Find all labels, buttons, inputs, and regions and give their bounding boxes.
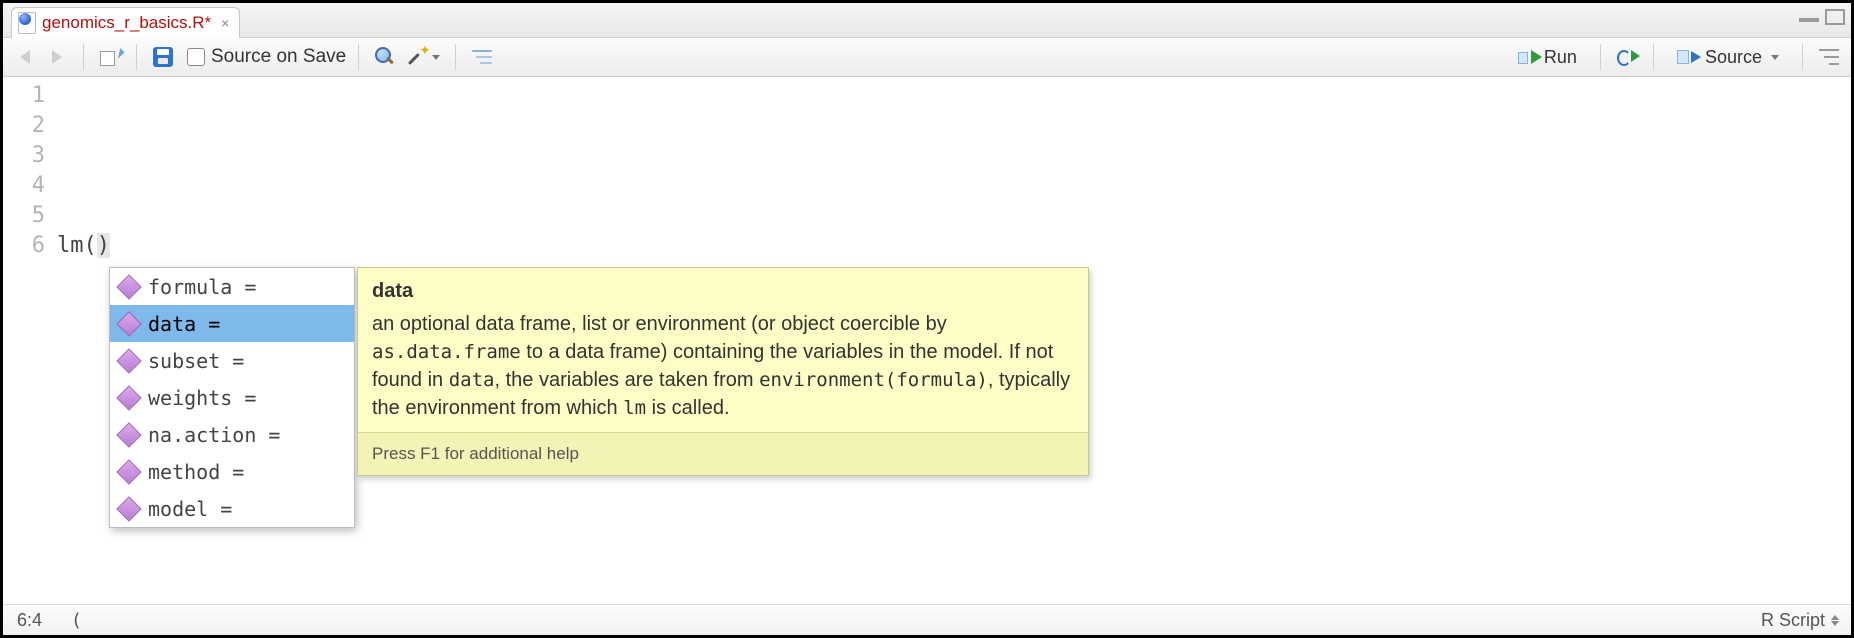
toolbar-separator — [358, 44, 359, 70]
run-icon — [1518, 48, 1538, 66]
tab-bar: genomics_r_basics.R* × — [3, 3, 1851, 38]
editor-toolbar: Source on Save Run Source — [3, 38, 1851, 77]
save-button[interactable] — [149, 43, 177, 71]
outline-toggle-icon — [1819, 49, 1839, 65]
code-tools-button[interactable] — [403, 43, 443, 71]
autocomplete-item-label: na.action = — [148, 420, 280, 450]
parameter-icon — [116, 385, 141, 410]
compile-report-button[interactable] — [468, 43, 496, 71]
code-editor[interactable]: 1 2 3 4 5 6 lm() formula = data = subset =… — [3, 77, 1851, 604]
tooltip-footer: Press F1 for additional help — [358, 432, 1088, 475]
scope-indicator[interactable]: ( — [71, 610, 82, 631]
arrow-right-icon — [52, 50, 62, 64]
pane-window-controls — [1799, 9, 1845, 25]
find-replace-button[interactable] — [371, 43, 399, 71]
autocomplete-item-label: model = — [148, 494, 232, 524]
parameter-icon — [116, 459, 141, 484]
run-button-label: Run — [1544, 47, 1577, 68]
source-button-label: Source — [1705, 47, 1762, 68]
autocomplete-item[interactable]: data = — [110, 305, 354, 342]
source-button[interactable]: Source — [1666, 42, 1790, 72]
file-tab-label: genomics_r_basics.R* — [42, 13, 211, 33]
tooltip-body: an optional data frame, list or environm… — [358, 310, 1088, 432]
autocomplete-item[interactable]: method = — [110, 453, 354, 490]
parameter-icon — [116, 348, 141, 373]
autocomplete-item[interactable]: model = — [110, 490, 354, 527]
line-number: 6 — [3, 231, 45, 261]
source-on-save-toggle[interactable]: Source on Save — [187, 46, 346, 68]
chevron-down-icon — [1771, 55, 1779, 60]
run-button[interactable]: Run — [1507, 42, 1588, 72]
save-icon — [153, 47, 173, 67]
autocomplete-item-label: formula = — [148, 272, 256, 302]
autocomplete-item[interactable]: subset = — [110, 342, 354, 379]
autocomplete-item[interactable]: weights = — [110, 379, 354, 416]
code-line — [57, 201, 1851, 231]
arrow-left-icon — [20, 50, 30, 64]
toolbar-separator — [1653, 44, 1654, 70]
parameter-icon — [116, 496, 141, 521]
code-area[interactable]: lm() formula = data = subset = weights = na.… — [57, 77, 1851, 604]
line-number: 3 — [3, 141, 45, 171]
wand-icon — [407, 46, 429, 68]
filetype-selector[interactable]: R Script — [1761, 610, 1841, 631]
tooltip-title: data — [358, 268, 1088, 310]
line-number: 5 — [3, 201, 45, 231]
code-line — [57, 81, 1851, 111]
checkbox-empty-icon — [187, 48, 205, 66]
parameter-icon — [116, 311, 141, 336]
help-tooltip: data an optional data frame, list or env… — [357, 267, 1089, 476]
cursor-position[interactable]: 6:4 — [13, 610, 71, 631]
code-line: lm() — [57, 231, 1851, 261]
report-icon — [472, 48, 492, 66]
rerun-button[interactable] — [1613, 43, 1641, 71]
popout-icon — [100, 48, 120, 66]
line-gutter: 1 2 3 4 5 6 — [3, 77, 57, 604]
toolbar-separator — [1600, 44, 1601, 70]
source-icon — [1677, 48, 1699, 66]
line-number: 4 — [3, 171, 45, 201]
filetype-label: R Script — [1761, 610, 1825, 631]
source-pane: genomics_r_basics.R* × Source on Save — [0, 0, 1854, 638]
parameter-icon — [116, 422, 141, 447]
autocomplete-item-label: data = — [148, 309, 220, 339]
document-outline-button[interactable] — [1815, 43, 1843, 71]
autocomplete-popup: formula = data = subset = weights = na.actio… — [109, 267, 355, 528]
autocomplete-item[interactable]: na.action = — [110, 416, 354, 453]
r-file-icon — [18, 12, 36, 34]
show-in-new-window-button[interactable] — [96, 43, 124, 71]
toolbar-separator — [455, 44, 456, 70]
line-number: 2 — [3, 111, 45, 141]
toolbar-separator — [83, 44, 84, 70]
minimize-pane-icon[interactable] — [1799, 18, 1819, 22]
magnifier-icon — [375, 47, 395, 67]
close-tab-icon[interactable]: × — [221, 15, 229, 31]
code-line — [57, 171, 1851, 201]
parameter-icon — [116, 274, 141, 299]
autocomplete-item-label: weights = — [148, 383, 256, 413]
line-number: 1 — [3, 81, 45, 111]
chevron-down-icon — [432, 55, 440, 60]
status-bar: 6:4 ( R Script — [3, 604, 1851, 635]
code-line — [57, 111, 1851, 141]
toolbar-separator — [136, 44, 137, 70]
autocomplete-item-label: subset = — [148, 346, 244, 376]
source-on-save-label: Source on Save — [211, 46, 346, 68]
nav-forward-button[interactable] — [43, 43, 71, 71]
nav-back-button[interactable] — [11, 43, 39, 71]
autocomplete-item[interactable]: formula = — [110, 268, 354, 305]
maximize-pane-icon[interactable] — [1825, 9, 1845, 25]
file-tab[interactable]: genomics_r_basics.R* × — [11, 7, 240, 38]
rerun-icon — [1617, 48, 1637, 66]
code-line — [57, 141, 1851, 171]
toolbar-separator — [1802, 44, 1803, 70]
updown-caret-icon — [1831, 614, 1841, 626]
autocomplete-item-label: method = — [148, 457, 244, 487]
